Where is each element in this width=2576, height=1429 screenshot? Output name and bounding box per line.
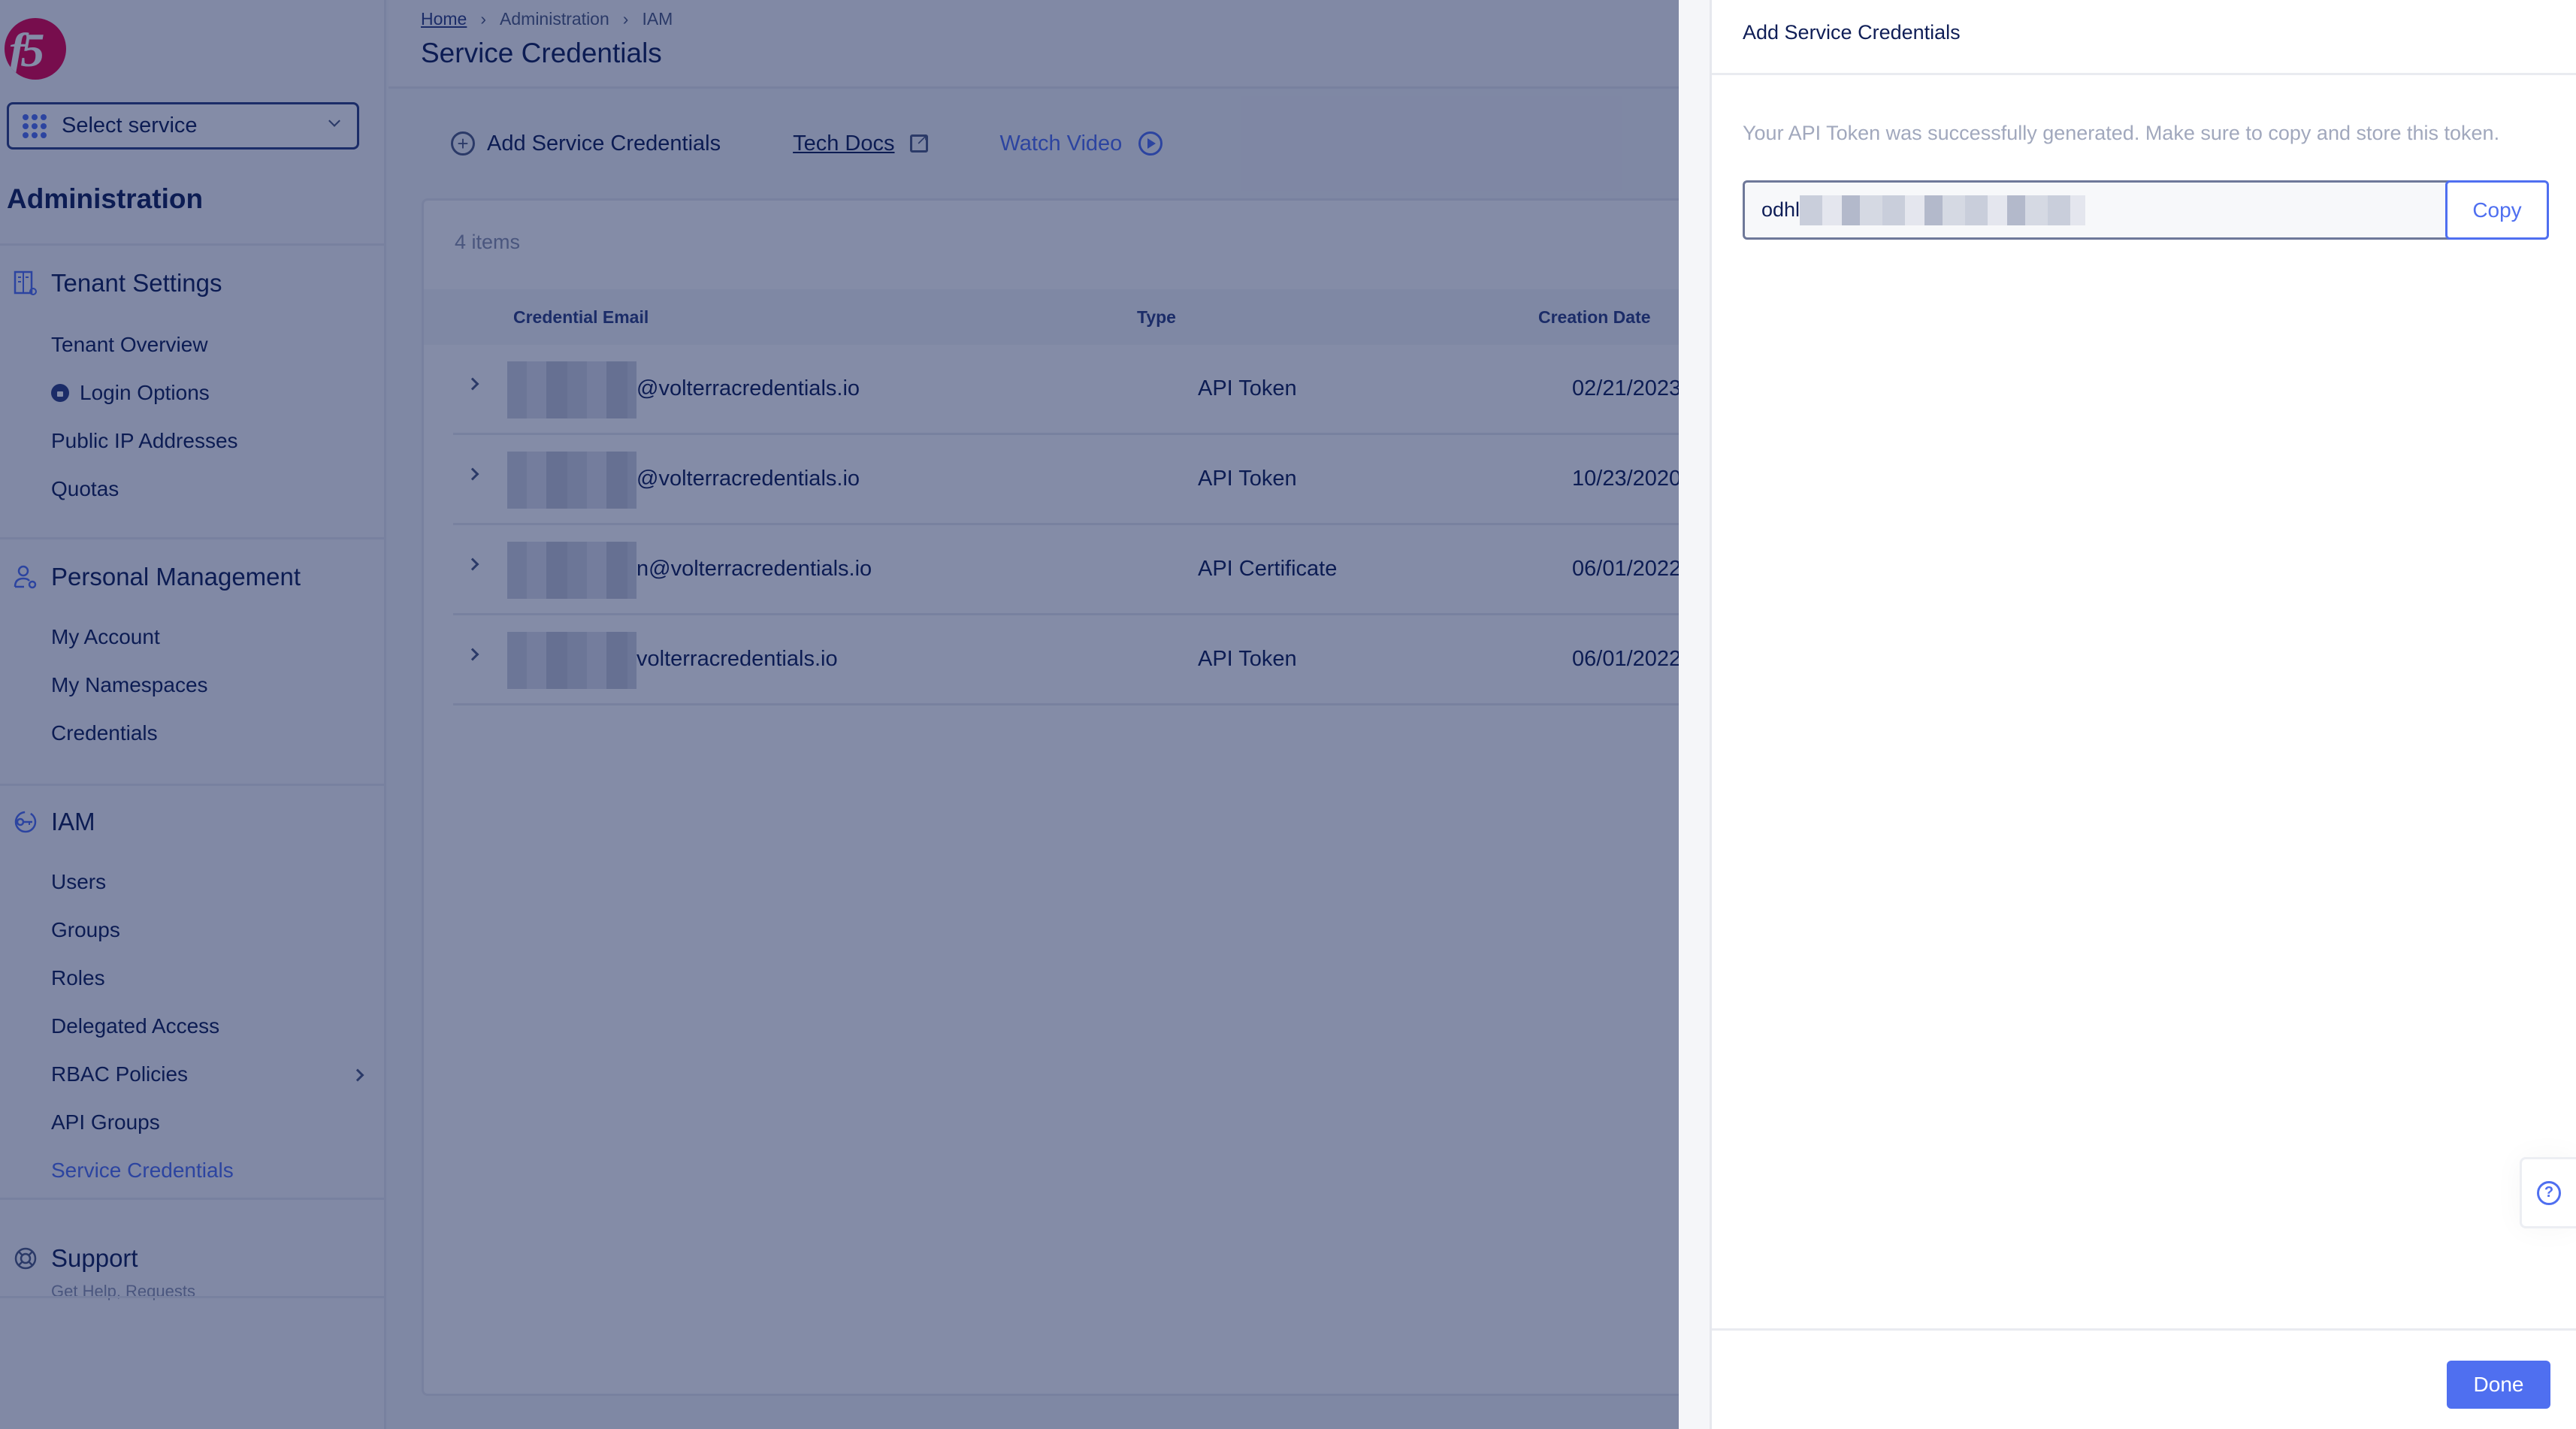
help-button[interactable]: ? [2520, 1157, 2576, 1228]
add-service-credentials-drawer: Add Service Credentials Your API Token w… [1679, 0, 2576, 1429]
done-button[interactable]: Done [2447, 1361, 2550, 1409]
modal-overlay[interactable] [0, 0, 1679, 1429]
question-circle-icon: ? [2537, 1180, 2561, 1205]
divider [1712, 1328, 2576, 1331]
divider [1712, 73, 2576, 75]
success-message: Your API Token was successfully generate… [1743, 122, 2500, 144]
drawer-title: Add Service Credentials [1743, 21, 1961, 44]
redacted-token [1800, 195, 2086, 225]
api-token-field[interactable]: odhl [1743, 180, 2547, 240]
token-value: odhl [1761, 198, 1800, 221]
copy-button[interactable]: Copy [2445, 180, 2549, 240]
